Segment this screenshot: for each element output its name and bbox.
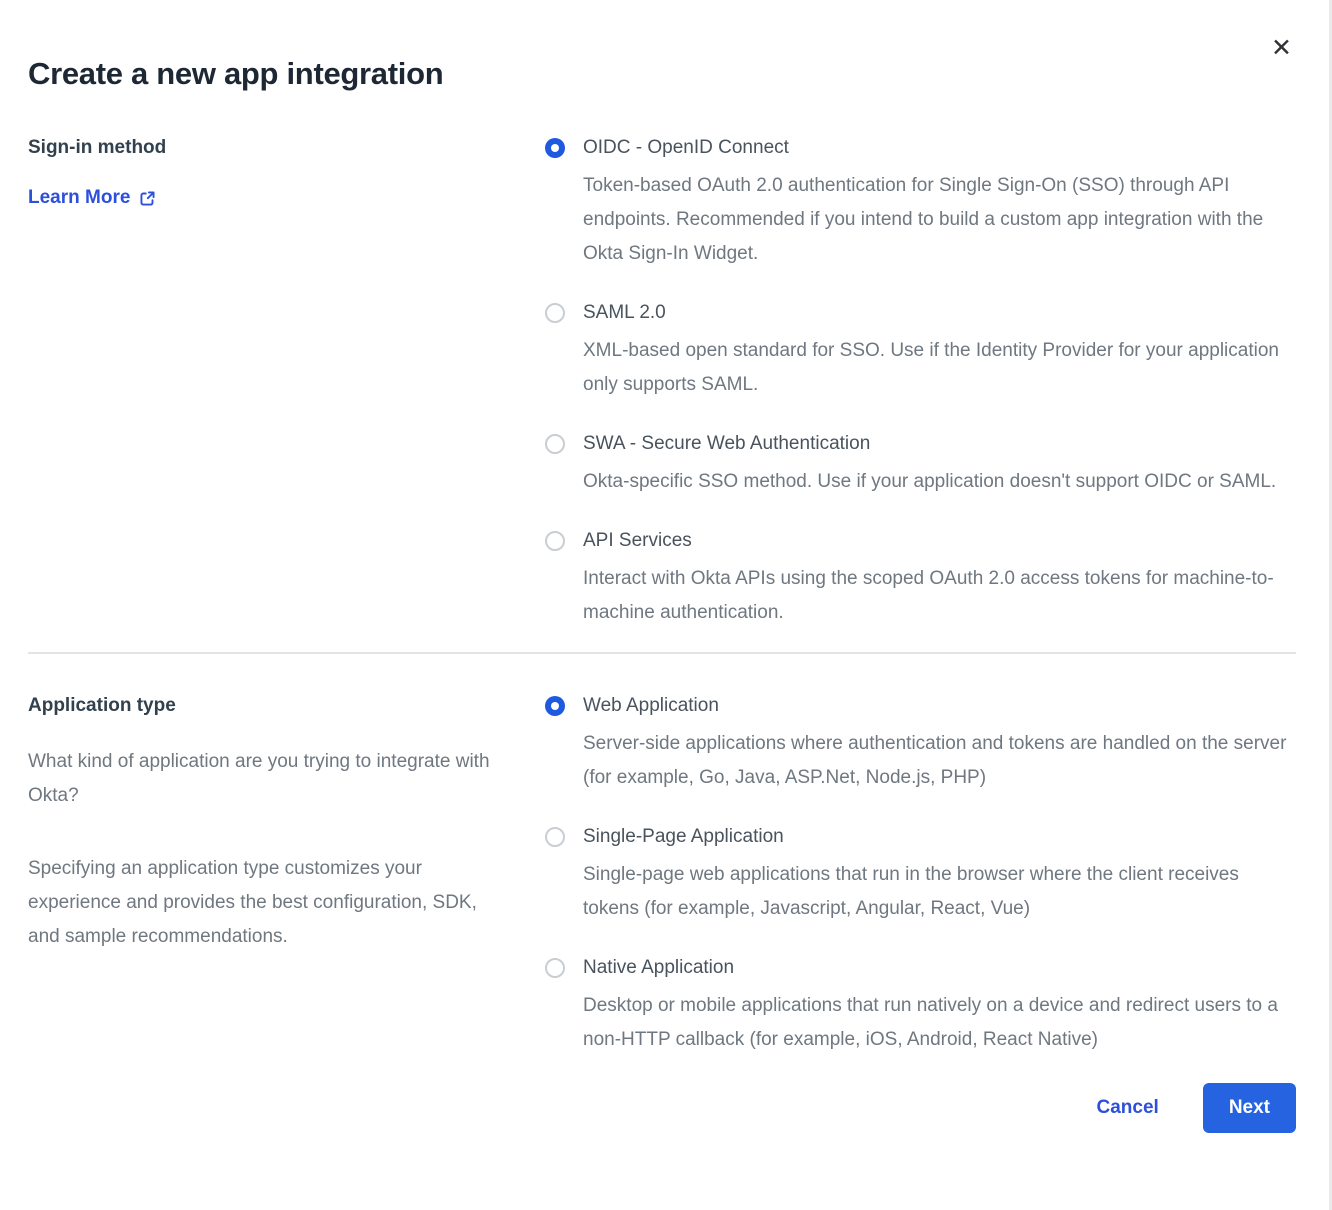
application-type-intro: What kind of application are you trying … [28,745,508,813]
option-label-api-services: API Services [583,529,1296,553]
radio-native-application[interactable] [545,958,565,978]
radio-saml[interactable] [545,303,565,323]
radio-option-swa[interactable]: SWA - Secure Web Authentication Okta-spe… [545,432,1296,499]
option-label-oidc: OIDC - OpenID Connect [583,136,1296,160]
next-button[interactable]: Next [1203,1083,1296,1133]
option-label-native-application: Native Application [583,956,1296,980]
close-button[interactable]: ✕ [1269,34,1294,63]
option-label-swa: SWA - Secure Web Authentication [583,432,1296,456]
radio-option-api-services[interactable]: API Services Interact with Okta APIs usi… [545,529,1296,630]
signin-method-heading: Sign-in method [28,136,525,160]
create-app-integration-dialog: ✕ Create a new app integration Sign-in m… [0,0,1332,1210]
option-label-web-application: Web Application [583,694,1296,718]
option-desc-single-page-application: Single-page web applications that run in… [583,858,1295,926]
radio-option-oidc[interactable]: OIDC - OpenID Connect Token-based OAuth … [545,136,1296,271]
cancel-button[interactable]: Cancel [1091,1096,1165,1120]
application-type-options: Web Application Server-side applications… [545,694,1296,1057]
application-type-note: Specifying an application type customize… [28,852,508,954]
section-divider [28,652,1296,654]
radio-web-application[interactable] [545,696,565,716]
application-type-left-column: Application type What kind of applicatio… [28,694,545,1057]
signin-method-section: Sign-in method Learn More OIDC - OpenID … [0,136,1332,630]
option-label-single-page-application: Single-Page Application [583,825,1296,849]
dialog-footer: Cancel Next [0,1083,1332,1133]
radio-api-services[interactable] [545,531,565,551]
radio-option-saml[interactable]: SAML 2.0 XML-based open standard for SSO… [545,301,1296,402]
option-desc-swa: Okta-specific SSO method. Use if your ap… [583,465,1295,499]
signin-method-left-column: Sign-in method Learn More [28,136,545,630]
close-icon: ✕ [1271,34,1292,62]
radio-oidc[interactable] [545,138,565,158]
option-desc-saml: XML-based open standard for SSO. Use if … [583,334,1295,402]
radio-swa[interactable] [545,434,565,454]
radio-single-page-application[interactable] [545,827,565,847]
page-title: Create a new app integration [0,0,1332,92]
learn-more-link[interactable]: Learn More [28,187,156,209]
radio-option-native-application[interactable]: Native Application Desktop or mobile app… [545,956,1296,1057]
option-desc-oidc: Token-based OAuth 2.0 authentication for… [583,169,1295,271]
radio-option-web-application[interactable]: Web Application Server-side applications… [545,694,1296,795]
external-link-icon [139,190,156,207]
option-label-saml: SAML 2.0 [583,301,1296,325]
learn-more-label: Learn More [28,187,130,209]
radio-option-single-page-application[interactable]: Single-Page Application Single-page web … [545,825,1296,926]
option-desc-web-application: Server-side applications where authentic… [583,727,1295,795]
option-desc-api-services: Interact with Okta APIs using the scoped… [583,562,1295,630]
application-type-heading: Application type [28,694,525,718]
signin-method-options: OIDC - OpenID Connect Token-based OAuth … [545,136,1296,630]
application-type-section: Application type What kind of applicatio… [0,694,1332,1057]
option-desc-native-application: Desktop or mobile applications that run … [583,989,1295,1057]
